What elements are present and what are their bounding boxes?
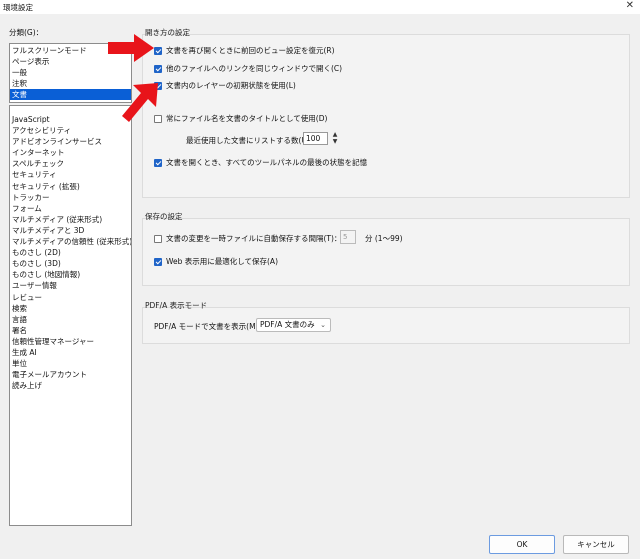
category-item[interactable]: マルチメディア (従来形式) [10, 214, 131, 225]
layer-state-option[interactable]: 文書内のレイヤーの初期状態を使用(L) [154, 80, 296, 91]
same-window-label: 他のファイルへのリンクを同じウィンドウで開く(C) [166, 64, 343, 73]
category-list[interactable]: JavaScript アクセシビリティ アドビオンラインサービス インターネット… [9, 105, 132, 526]
annotation-arrow-1 [108, 34, 154, 62]
restore-view-label: 文書を再び開くときに前回のビュー設定を復元(R) [166, 46, 335, 55]
category-item[interactable]: 電子メールアカウント [10, 369, 131, 380]
category-item[interactable]: ものさし (2D) [10, 247, 131, 258]
stepper-down-icon[interactable]: ▼ [330, 138, 340, 145]
autosave-label: 文書の変更を一時ファイルに自動保存する間隔(T)： [166, 234, 342, 243]
ok-button[interactable]: OK [489, 535, 555, 554]
autosave-checkbox[interactable] [154, 234, 162, 243]
pdfa-row: PDF/A モードで文書を表示(M)： [154, 321, 266, 332]
recent-docs-row: 最近使用した文書にリストする数(U)： [186, 135, 317, 146]
category-item[interactable]: アクセシビリティ [10, 125, 131, 136]
layer-state-label: 文書内のレイヤーの初期状態を使用(L) [166, 81, 296, 90]
category-item-comments[interactable]: 注釈 [10, 78, 131, 89]
autosave-option[interactable]: 文書の変更を一時ファイルに自動保存する間隔(T)： [154, 233, 341, 244]
category-item[interactable]: レビュー [10, 292, 131, 303]
category-item[interactable]: 生成 AI [10, 347, 131, 358]
category-item[interactable]: セキュリティ [10, 169, 131, 180]
filename-title-label: 常にファイル名を文書のタイトルとして使用(D) [166, 114, 328, 123]
category-item[interactable]: 単位 [10, 358, 131, 369]
category-item[interactable]: ものさし (3D) [10, 258, 131, 269]
pdfa-mode-select[interactable]: PDF/A 文書のみ ⌄ [256, 318, 331, 332]
autosave-unit: 分 (1〜99) [365, 234, 403, 243]
category-item[interactable]: 検索 [10, 303, 131, 314]
close-icon[interactable]: ✕ [626, 0, 634, 11]
category-item[interactable]: トラッカー [10, 192, 131, 203]
category-item-documents[interactable]: 文書 [10, 89, 131, 101]
title-bar: 環境設定 ✕ [0, 0, 640, 14]
same-window-checkbox[interactable] [154, 64, 162, 73]
recent-docs-input[interactable]: 100 [303, 132, 328, 145]
category-item[interactable]: フォーム [10, 203, 131, 214]
category-item[interactable]: ものさし (地図情報) [10, 269, 131, 280]
save-settings-title: 保存の設定 [145, 212, 183, 221]
web-optimize-option[interactable]: Web 表示用に最適化して保存(A) [154, 256, 278, 267]
pdfa-label: PDF/A モードで文書を表示(M)： [154, 322, 266, 331]
save-settings-group [142, 218, 630, 286]
pdfa-mode-value: PDF/A 文書のみ [260, 320, 315, 329]
recent-docs-label: 最近使用した文書にリストする数(U)： [186, 136, 318, 145]
window-title: 環境設定 [3, 3, 33, 12]
category-item[interactable]: 言語 [10, 314, 131, 325]
category-label: 分類(G)： [9, 28, 44, 37]
category-item[interactable]: マルチメディアの信頼性 (従来形式) [10, 236, 131, 247]
category-item-general[interactable]: 一般 [10, 67, 131, 78]
category-item[interactable]: スペルチェック [10, 158, 131, 169]
recent-docs-stepper[interactable]: ▲ ▼ [330, 131, 340, 146]
stepper-up-icon[interactable]: ▲ [330, 131, 340, 138]
remember-panels-label: 文書を開くとき、すべてのツールパネルの最後の状態を記憶 [166, 158, 368, 167]
remember-panels-option[interactable]: 文書を開くとき、すべてのツールパネルの最後の状態を記憶 [154, 157, 367, 168]
category-item[interactable]: マルチメディアと 3D [10, 225, 131, 236]
category-item[interactable]: ユーザー情報 [10, 280, 131, 291]
filename-title-option[interactable]: 常にファイル名を文書のタイトルとして使用(D) [154, 113, 327, 124]
autosave-interval-input[interactable]: 5 [340, 230, 356, 244]
category-item[interactable]: 署名 [10, 325, 131, 336]
category-item[interactable]: 信頼性管理マネージャー [10, 336, 131, 347]
category-item[interactable]: アドビオンラインサービス [10, 136, 131, 147]
restore-view-option[interactable]: 文書を再び開くときに前回のビュー設定を復元(R) [154, 45, 335, 56]
autosave-unit-row: 分 (1〜99) [365, 233, 403, 244]
pdfa-title: PDF/A 表示モード [145, 301, 208, 310]
category-item[interactable]: JavaScript [10, 114, 131, 125]
category-item[interactable]: セキュリティ (拡張) [10, 181, 131, 192]
category-item[interactable]: インターネット [10, 147, 131, 158]
cancel-button[interactable]: キャンセル [563, 535, 629, 554]
remember-panels-checkbox[interactable] [154, 158, 162, 167]
annotation-arrow-2 [122, 83, 158, 122]
chevron-down-icon: ⌄ [320, 321, 326, 329]
web-optimize-checkbox[interactable] [154, 257, 162, 266]
same-window-option[interactable]: 他のファイルへのリンクを同じウィンドウで開く(C) [154, 63, 342, 74]
web-optimize-label: Web 表示用に最適化して保存(A) [166, 257, 278, 266]
category-item[interactable]: 読み上げ [10, 380, 131, 391]
